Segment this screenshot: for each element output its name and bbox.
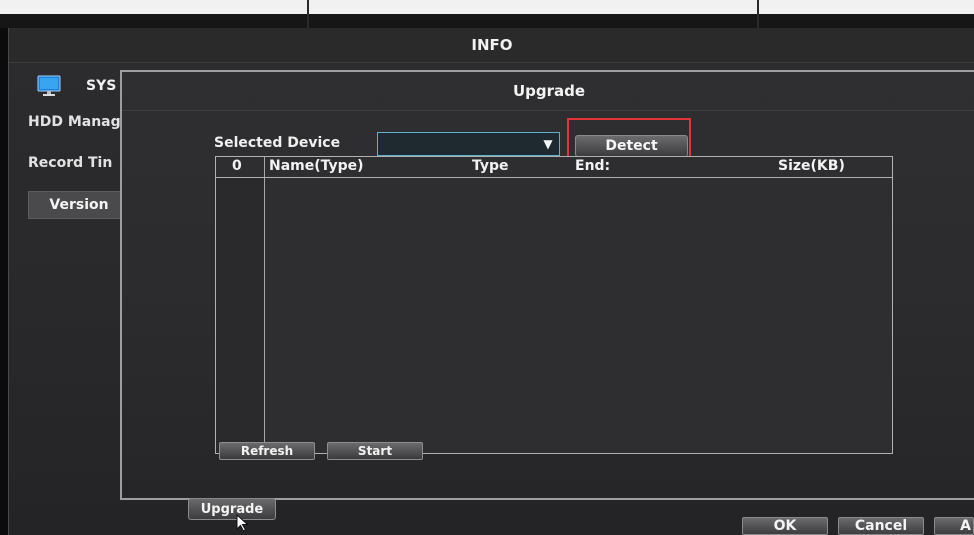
selected-device-label: Selected Device: [214, 135, 341, 151]
upgrade-dialog: Upgrade Selected Device ▼ Detect 0 Name(…: [120, 70, 974, 500]
column-header-name-type: Name(Type): [269, 158, 364, 174]
start-button[interactable]: Start: [327, 442, 423, 460]
top-strip: [0, 14, 974, 28]
detect-button[interactable]: Detect: [575, 135, 688, 157]
dialog-title: Upgrade: [122, 72, 974, 111]
sidebar-header-system[interactable]: SYS: [36, 70, 116, 102]
monitor-icon: [37, 75, 61, 96]
sidebar: SYS HDD Manag Record Tin Version: [8, 28, 130, 535]
table-index-column: [216, 178, 265, 453]
upgrade-button[interactable]: Upgrade: [188, 498, 276, 520]
sidebar-item-hdd-manage[interactable]: HDD Manag: [28, 114, 128, 130]
cancel-button[interactable]: Cancel: [838, 517, 924, 535]
column-header-size: Size(KB): [778, 158, 845, 174]
mouse-cursor-icon: [236, 514, 249, 532]
info-window-title: INFO: [9, 28, 974, 63]
ok-button[interactable]: OK: [742, 517, 828, 535]
divider-line: [307, 0, 309, 28]
dropdown-arrow-icon[interactable]: ▼: [539, 135, 557, 153]
upgrade-file-table: 0 Name(Type) Type End: Size(KB): [215, 156, 893, 454]
apply-button[interactable]: A: [934, 517, 974, 535]
column-header-type: Type: [472, 158, 509, 174]
sidebar-item-record-time[interactable]: Record Tin: [28, 155, 128, 171]
refresh-button[interactable]: Refresh: [219, 442, 315, 460]
sidebar-item-version[interactable]: Version: [28, 191, 130, 219]
table-header: 0 Name(Type) Type End: Size(KB): [216, 157, 892, 178]
screen-top-glare: [0, 0, 974, 14]
divider-line: [757, 0, 759, 28]
sidebar-header-label: SYS: [86, 78, 117, 94]
column-header-end: End:: [575, 158, 611, 174]
column-separator: [264, 157, 265, 177]
selected-device-dropdown[interactable]: ▼: [377, 132, 560, 156]
column-header-index: 0: [232, 158, 242, 174]
